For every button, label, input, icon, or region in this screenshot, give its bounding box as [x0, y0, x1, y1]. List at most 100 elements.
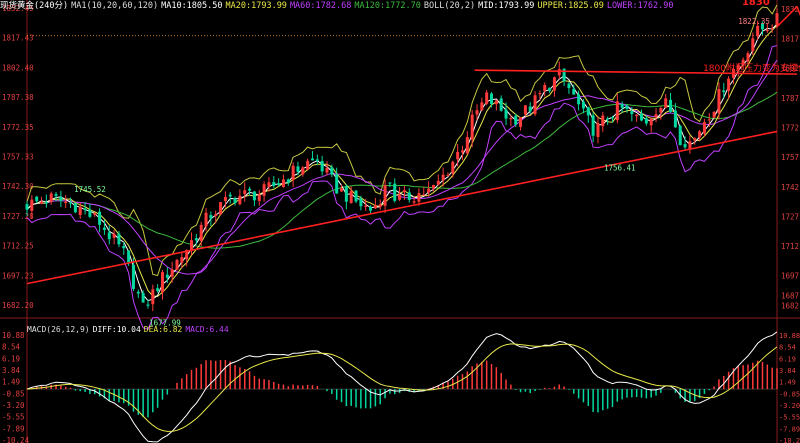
ma10-value: MA10:1805.50	[161, 1, 223, 11]
candle-body	[654, 114, 658, 118]
price-tick-label-left: 1712.25	[2, 242, 34, 251]
macd-dea-line	[26, 343, 778, 432]
candle-body	[678, 125, 682, 146]
candle-body	[509, 118, 513, 120]
price-tick-label-right: 1697	[781, 272, 799, 281]
candle-body	[238, 195, 242, 205]
candle-body	[88, 209, 92, 217]
candle-body	[398, 194, 402, 200]
ma120-value: MA120:1772.70	[354, 1, 421, 11]
candle-body	[156, 288, 160, 292]
candle-body	[73, 203, 77, 213]
macd-tick-label-right: -0.85	[779, 390, 800, 398]
candle-body	[427, 188, 431, 193]
macd-tick-label-left: -10.24	[2, 436, 30, 443]
macd-tick-label-right: -7.89	[779, 425, 800, 433]
candle-body	[369, 206, 373, 211]
candle-body	[344, 186, 348, 202]
candle-body	[707, 119, 711, 121]
candle-body	[552, 77, 556, 91]
candle-body	[267, 182, 271, 187]
boll-label: BOLL(20,2)	[423, 1, 476, 11]
candle-body	[451, 161, 455, 174]
candle-body	[746, 53, 750, 62]
candle-body	[315, 159, 319, 161]
price-tick-label-left: 1772.35	[2, 123, 34, 132]
main-header: 现货黄金(240分) MA1(10,20,60,120) MA10:1805.50 M…	[0, 0, 676, 13]
gold-candlestick-chart[interactable]: 1832.451817.431802.401787.381772.351757.…	[0, 0, 800, 443]
macd-tick-label-right: -10.24	[779, 437, 800, 443]
candle-body	[170, 269, 174, 277]
price-tick-label-left: 1697.23	[2, 271, 34, 280]
candle-body	[519, 117, 523, 127]
candle-body	[340, 188, 344, 192]
candle-body	[83, 208, 87, 210]
candle-body	[112, 233, 116, 238]
candle-body	[543, 85, 547, 92]
candle-body	[407, 192, 411, 200]
candle-body	[180, 257, 184, 263]
candle-body	[248, 188, 252, 191]
candle-body	[252, 191, 256, 201]
macd-value: MACD:6.44	[185, 325, 229, 334]
low-price-label: 1745.52	[74, 185, 106, 194]
macd-tick-label-right: -5.55	[779, 414, 800, 422]
candle-body	[577, 94, 581, 105]
candle-body	[727, 78, 731, 91]
candle-body	[436, 180, 440, 185]
candle-body	[673, 110, 677, 128]
candle-body	[59, 196, 63, 201]
candle-body	[378, 204, 382, 207]
macd-diff-value: DIFF:10.04	[92, 325, 141, 334]
candle-body	[775, 13, 779, 26]
candle-body	[199, 224, 203, 242]
candle-body	[528, 106, 532, 112]
resistance-note: 1800附近压力变为支撑位	[703, 62, 800, 74]
candle-body	[465, 137, 469, 154]
candle-body	[402, 190, 406, 193]
price-tick-label-right: 1727	[781, 212, 799, 221]
price-tick-label-right: 1772	[781, 123, 799, 132]
candle-body	[364, 205, 368, 207]
macd-tick-label-left: -7.89	[2, 424, 25, 433]
candle-body	[659, 107, 663, 113]
price-tick-label-right: 1757	[781, 153, 799, 162]
instrument-label: 现货黄金(240分)	[0, 1, 69, 11]
macd-tick-label-right: 6.19	[779, 355, 796, 363]
target-label: 1830	[742, 0, 770, 8]
candle-body	[717, 88, 721, 114]
candle-body	[441, 174, 445, 181]
macd-diff-line	[26, 331, 778, 443]
candle-body	[649, 118, 653, 126]
price-tick-label-left: 1682.20	[2, 301, 34, 310]
candle-body	[373, 205, 377, 209]
candle-body	[262, 184, 266, 196]
candle-body	[190, 240, 194, 251]
candle-body	[485, 92, 489, 104]
candle-body	[223, 197, 227, 202]
candle-body	[586, 107, 590, 116]
candle-body	[596, 123, 600, 137]
candle-body	[296, 166, 300, 172]
candle-body	[160, 272, 164, 293]
boll-mid-value: MID:1793.99	[478, 1, 535, 11]
price-tick-label-right: 1687	[781, 292, 799, 301]
candle-body	[122, 245, 126, 249]
ma120-line	[26, 91, 778, 249]
candle-body	[388, 182, 392, 184]
candle-body	[204, 212, 208, 227]
macd-tick-label-left: -5.55	[2, 413, 25, 422]
candle-body	[102, 227, 106, 230]
candle-body	[431, 184, 435, 189]
candle-body	[615, 101, 619, 121]
candle-body	[669, 99, 673, 112]
candle-body	[572, 88, 576, 95]
candle-body	[131, 264, 135, 289]
macd-tick-label-left: -3.20	[2, 401, 25, 410]
macd-tick-label-left: 10.88	[2, 331, 25, 340]
candle-body	[69, 202, 73, 204]
candle-body	[141, 292, 145, 303]
candle-body	[523, 105, 527, 115]
candle-body	[325, 167, 329, 173]
price-tick-label-left: 1787.38	[2, 93, 34, 102]
